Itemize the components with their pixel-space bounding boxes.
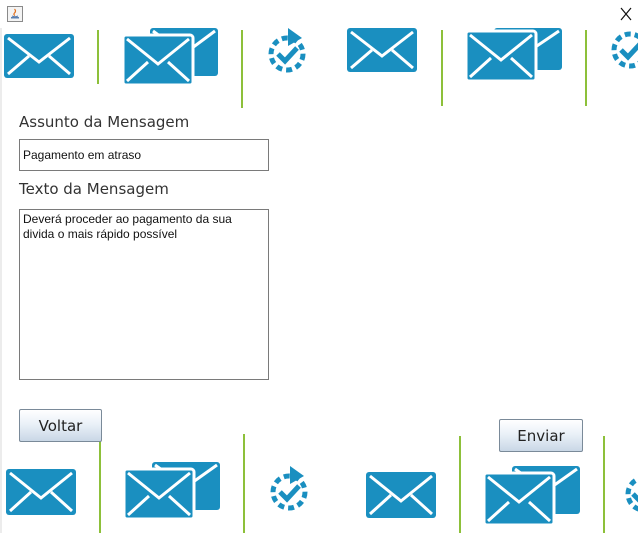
send-button[interactable]: Enviar [499,419,583,452]
refresh-check-icon [611,31,638,69]
title-bar [0,0,638,28]
mail-stack-icon [122,462,220,521]
mail-stack-icon [482,466,580,527]
subject-input[interactable] [19,139,269,171]
mail-icon [347,28,417,72]
java-app-icon [7,6,23,22]
subject-label: Assunto da Mensagem [19,113,190,131]
close-window-button[interactable] [616,4,636,24]
message-body-label: Texto da Mensagem [19,180,169,198]
mail-icon [4,34,74,78]
mail-stack-icon [121,28,218,87]
message-body-textarea[interactable]: Deverá proceder ao pagamento da sua divi… [19,209,269,380]
mail-icon [6,469,76,515]
back-button[interactable]: Voltar [19,409,102,442]
mail-icon [366,472,436,518]
refresh-check-icon [625,476,638,512]
refresh-check-icon [270,466,308,511]
mail-stack-icon [464,28,562,83]
top-decorative-banner [0,28,638,108]
refresh-check-icon [268,28,306,73]
